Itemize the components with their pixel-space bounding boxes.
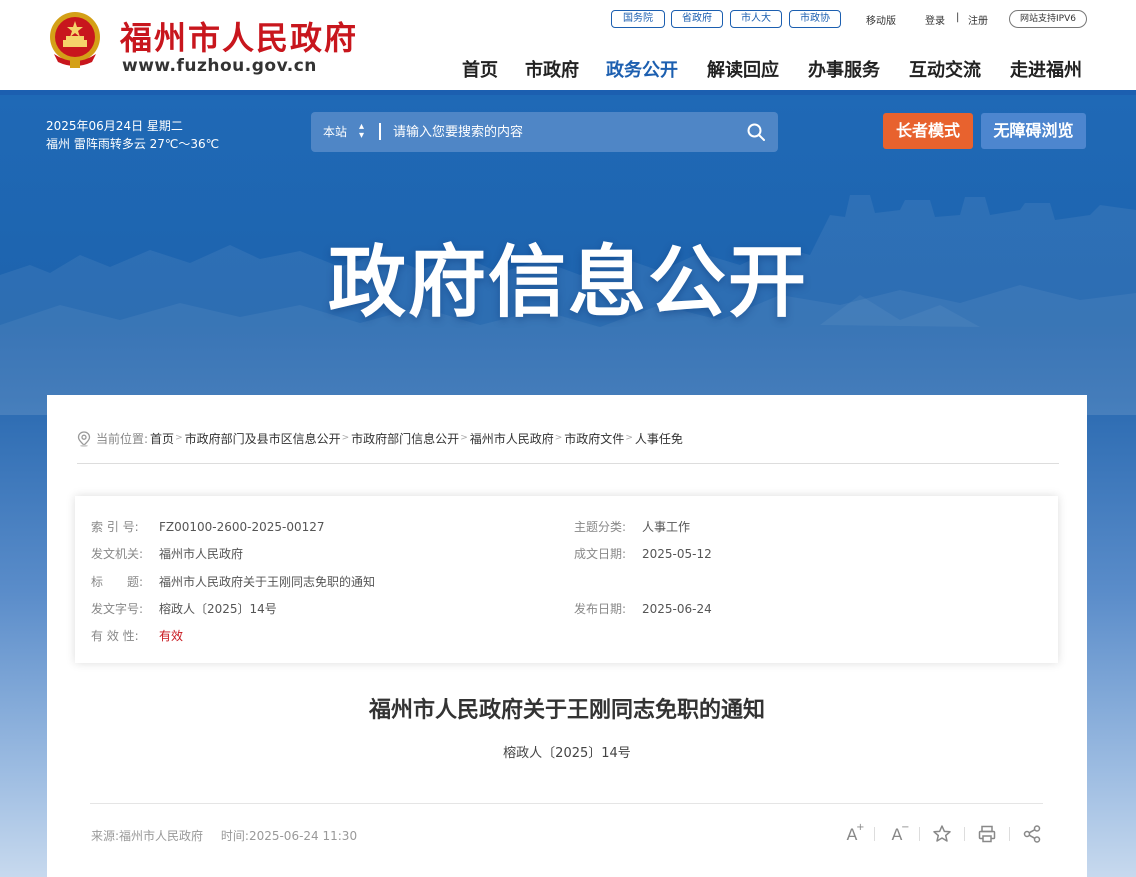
content-panel: 当前位置: 首页 > 市政府部门及县市区信息公开 > 市政府部门信息公开 > 福… (47, 395, 1087, 877)
meta-row-category: 主题分类: 人事工作 (574, 518, 690, 535)
breadcrumb-item-depts-counties[interactable]: 市政府部门及县市区信息公开 (185, 430, 341, 447)
validity-status: 有效 (159, 629, 184, 643)
print-button[interactable] (974, 823, 1000, 845)
meta-value: 人事工作 (642, 520, 691, 534)
breadcrumb-separator: > (460, 433, 468, 443)
search-scope-select[interactable]: 本站 (323, 123, 347, 140)
meta-row-validity: 有 效 性: 有效 (91, 627, 183, 644)
banner-title: 政府信息公开 (327, 238, 808, 328)
search-bar: 本站 ▴ ▾ (311, 112, 778, 152)
font-decrease-button[interactable]: A − (884, 821, 910, 845)
breadcrumb-item-personnel[interactable]: 人事任免 (635, 430, 683, 447)
site-name[interactable]: 福州市人民政府 (120, 13, 358, 59)
location-pin-icon (77, 431, 91, 447)
meta-label: 有 效 性: (91, 629, 139, 643)
link-city-congress[interactable]: 市人大 (730, 10, 782, 28)
breadcrumb: 当前位置: 首页 > 市政府部门及县市区信息公开 > 市政府部门信息公开 > 福… (77, 430, 1059, 464)
date-weather: 2025年06月24日 星期二 福州 雷阵雨转多云 27℃～36℃ (46, 117, 219, 153)
elder-mode-button[interactable]: 长者模式 (883, 113, 973, 149)
meta-row-created: 成文日期: 2025-05-12 (574, 545, 712, 562)
nav-interpretation[interactable]: 解读回应 (707, 56, 779, 82)
article-tools: A + A − (839, 821, 1045, 845)
breadcrumb-separator: > (341, 433, 350, 443)
breadcrumb-separator: > (554, 433, 563, 443)
time-value: 2025-06-24 11:30 (248, 829, 358, 843)
link-city-cppcc[interactable]: 市政协 (789, 10, 841, 28)
meta-row-issuer: 发文机关: 福州市人民政府 (91, 545, 243, 562)
nav-home[interactable]: 首页 (462, 56, 498, 82)
article-doc-number: 榕政人〔2025〕14号 (503, 746, 631, 761)
breadcrumb-separator: > (175, 433, 183, 443)
breadcrumb-item-gov-docs[interactable]: 市政府文件 (564, 430, 624, 447)
meta-row-index: 索 引 号: FZ00100-2600-2025-00127 (91, 518, 325, 535)
article-source-line: 来源:福州市人民政府 时间:2025-06-24 11:30 (91, 827, 357, 844)
share-button[interactable] (1019, 823, 1045, 845)
meta-label: 主题分类: (574, 520, 627, 534)
tool-divider (1009, 827, 1010, 841)
divider (90, 803, 1043, 804)
mobile-version-link[interactable]: 移动版 (866, 12, 896, 27)
breadcrumb-label: 当前位置: (96, 432, 149, 446)
site-url[interactable]: www.fuzhou.gov.cn (122, 56, 317, 76)
nav-city-gov[interactable]: 市政府 (525, 56, 579, 82)
meta-value: 2025-06-24 (642, 602, 712, 616)
ipv6-badge: 网站支持IPV6 (1009, 10, 1087, 28)
meta-label: 标 题: (91, 575, 144, 589)
national-emblem-icon[interactable] (46, 10, 104, 70)
source-label: 来源: (91, 829, 120, 843)
current-date: 2025年06月24日 星期二 (46, 119, 183, 133)
meta-label: 索 引 号: (91, 520, 139, 534)
search-divider (379, 123, 381, 140)
site-header: 福州市人民政府 www.fuzhou.gov.cn 国务院 省政府 市人大 市政… (0, 0, 1136, 95)
meta-row-title: 标 题: 福州市人民政府关于王刚同志免职的通知 (91, 573, 375, 590)
star-icon (933, 825, 951, 842)
login-divider: | (956, 12, 960, 23)
meta-label: 成文日期: (574, 547, 627, 561)
font-increase-button[interactable]: A + (839, 821, 865, 845)
printer-icon (978, 825, 996, 843)
meta-value: 2025-05-12 (642, 547, 712, 561)
favorite-button[interactable] (929, 823, 955, 845)
link-state-council[interactable]: 国务院 (611, 10, 665, 28)
font-decrease-icon: A − (891, 821, 910, 844)
article-title: 福州市人民政府关于王刚同志免职的通知 (368, 698, 765, 723)
meta-row-doc-no: 发文字号: 榕政人〔2025〕14号 (91, 600, 277, 617)
share-icon (1023, 825, 1041, 843)
nav-services[interactable]: 办事服务 (808, 56, 880, 82)
meta-value: 榕政人〔2025〕14号 (159, 602, 277, 616)
nav-interaction[interactable]: 互动交流 (909, 56, 981, 82)
accessible-browse-button[interactable]: 无障碍浏览 (981, 113, 1086, 149)
time-label: 时间: (220, 829, 249, 843)
tool-divider (874, 827, 875, 841)
register-link[interactable]: 注册 (968, 12, 988, 27)
tool-divider (964, 827, 965, 841)
link-province-gov[interactable]: 省政府 (671, 10, 723, 28)
meta-label: 发文机关: (91, 547, 144, 561)
breadcrumb-item-home[interactable]: 首页 (150, 430, 174, 447)
nav-about-fuzhou[interactable]: 走进福州 (1010, 56, 1082, 82)
search-icon[interactable] (746, 122, 766, 142)
nav-gov-affairs[interactable]: 政务公开 (606, 56, 678, 82)
meta-label: 发文字号: (91, 602, 144, 616)
login-link[interactable]: 登录 (925, 12, 945, 27)
breadcrumb-item-depts[interactable]: 市政府部门信息公开 (351, 430, 459, 447)
scope-arrows-icon[interactable]: ▴ ▾ (359, 122, 364, 141)
font-increase-icon: A + (846, 821, 865, 844)
search-input[interactable] (393, 120, 733, 144)
document-metadata-card: 索 引 号: FZ00100-2600-2025-00127 主题分类: 人事工作 … (75, 496, 1058, 663)
meta-value: 福州市人民政府关于王刚同志免职的通知 (159, 575, 376, 589)
breadcrumb-item-city-gov[interactable]: 福州市人民政府 (470, 430, 554, 447)
meta-value: FZ00100-2600-2025-00127 (159, 520, 325, 534)
breadcrumb-separator: > (625, 433, 633, 443)
tool-divider (919, 827, 920, 841)
meta-row-published: 发布日期: 2025-06-24 (574, 600, 712, 617)
meta-label: 发布日期: (574, 602, 627, 616)
source-value: 福州市人民政府 (119, 829, 204, 843)
meta-value: 福州市人民政府 (159, 547, 244, 561)
weather-info: 福州 雷阵雨转多云 27℃～36℃ (46, 137, 220, 151)
